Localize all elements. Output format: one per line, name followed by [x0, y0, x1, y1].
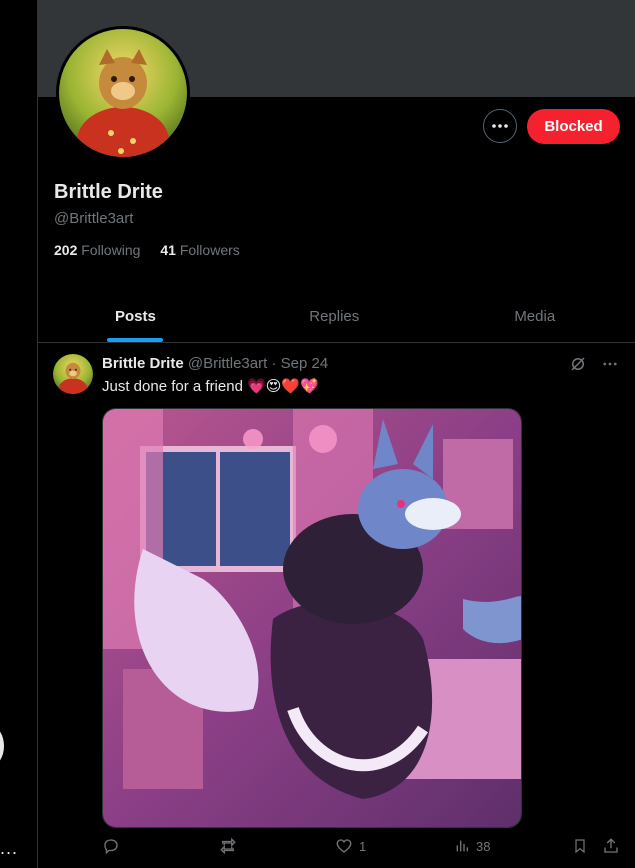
heart-icon — [336, 839, 352, 853]
followers-label: Followers — [179, 242, 240, 258]
post-top-icons — [569, 355, 619, 373]
post-image-illustration — [103, 409, 521, 827]
like-button[interactable]: 1 — [335, 837, 366, 855]
share-button[interactable] — [602, 837, 620, 855]
following-link[interactable]: 202 Following — [54, 242, 140, 258]
share-icon — [604, 838, 618, 853]
post-avatar-illustration — [53, 354, 93, 394]
grok-icon[interactable] — [569, 355, 587, 373]
follow-stats: 202 Following 41 Followers — [54, 242, 240, 258]
followers-count: 41 — [160, 242, 176, 258]
views-button[interactable]: 38 — [454, 837, 490, 855]
bookmark-button[interactable] — [572, 837, 588, 855]
like-count: 1 — [359, 838, 367, 854]
post-author-name[interactable]: Brittle Drite — [102, 355, 184, 372]
post-date[interactable]: Sep 24 — [281, 355, 329, 372]
tab-media[interactable]: Media — [435, 290, 635, 342]
post-item[interactable]: Brittle Drite @Brittle3art · Sep 24 Just… — [38, 343, 635, 868]
ellipsis-icon — [492, 124, 508, 128]
tab-replies[interactable]: Replies — [234, 290, 435, 342]
reply-button[interactable] — [102, 837, 126, 855]
bookmark-icon — [575, 839, 585, 854]
repost-button[interactable] — [218, 837, 244, 855]
post-author-avatar[interactable] — [53, 354, 93, 394]
post-separator: · — [271, 355, 277, 372]
profile-tabs: Posts Replies Media — [38, 290, 635, 343]
followers-link[interactable]: 41 Followers — [160, 242, 239, 258]
post-image[interactable] — [102, 408, 522, 828]
profile-avatar[interactable] — [56, 26, 190, 160]
following-count: 202 — [54, 242, 78, 258]
tab-replies-label: Replies — [309, 307, 360, 325]
following-label: Following — [81, 242, 141, 258]
blocked-button[interactable]: Blocked — [527, 109, 620, 144]
profile-handle: @Brittle3art — [54, 210, 134, 227]
more-menu-icon[interactable]: ... — [0, 838, 18, 859]
views-count: 38 — [476, 838, 491, 854]
repost-icon — [220, 837, 236, 855]
post-text: Just done for a friend 💗😍❤️💖 — [102, 378, 319, 395]
tab-posts-label: Posts — [115, 307, 156, 325]
profile-more-button[interactable] — [483, 109, 517, 143]
post-actions: 1 38 — [102, 837, 622, 863]
tab-posts[interactable]: Posts — [38, 290, 234, 342]
active-tab-indicator — [107, 338, 163, 342]
avatar-illustration — [59, 29, 187, 157]
post-more-icon[interactable] — [601, 355, 619, 373]
reply-icon — [104, 839, 118, 855]
tab-media-label: Media — [514, 307, 556, 325]
post-author-handle[interactable]: @Brittle3art — [188, 355, 267, 372]
post-header: Brittle Drite @Brittle3art · Sep 24 — [102, 355, 328, 372]
views-icon — [456, 840, 468, 852]
profile-main-column: Blocked Brittle Drite @Brittle3art 202 F… — [38, 0, 635, 868]
profile-display-name: Brittle Drite — [54, 181, 163, 203]
left-navigation-rail — [0, 0, 38, 868]
